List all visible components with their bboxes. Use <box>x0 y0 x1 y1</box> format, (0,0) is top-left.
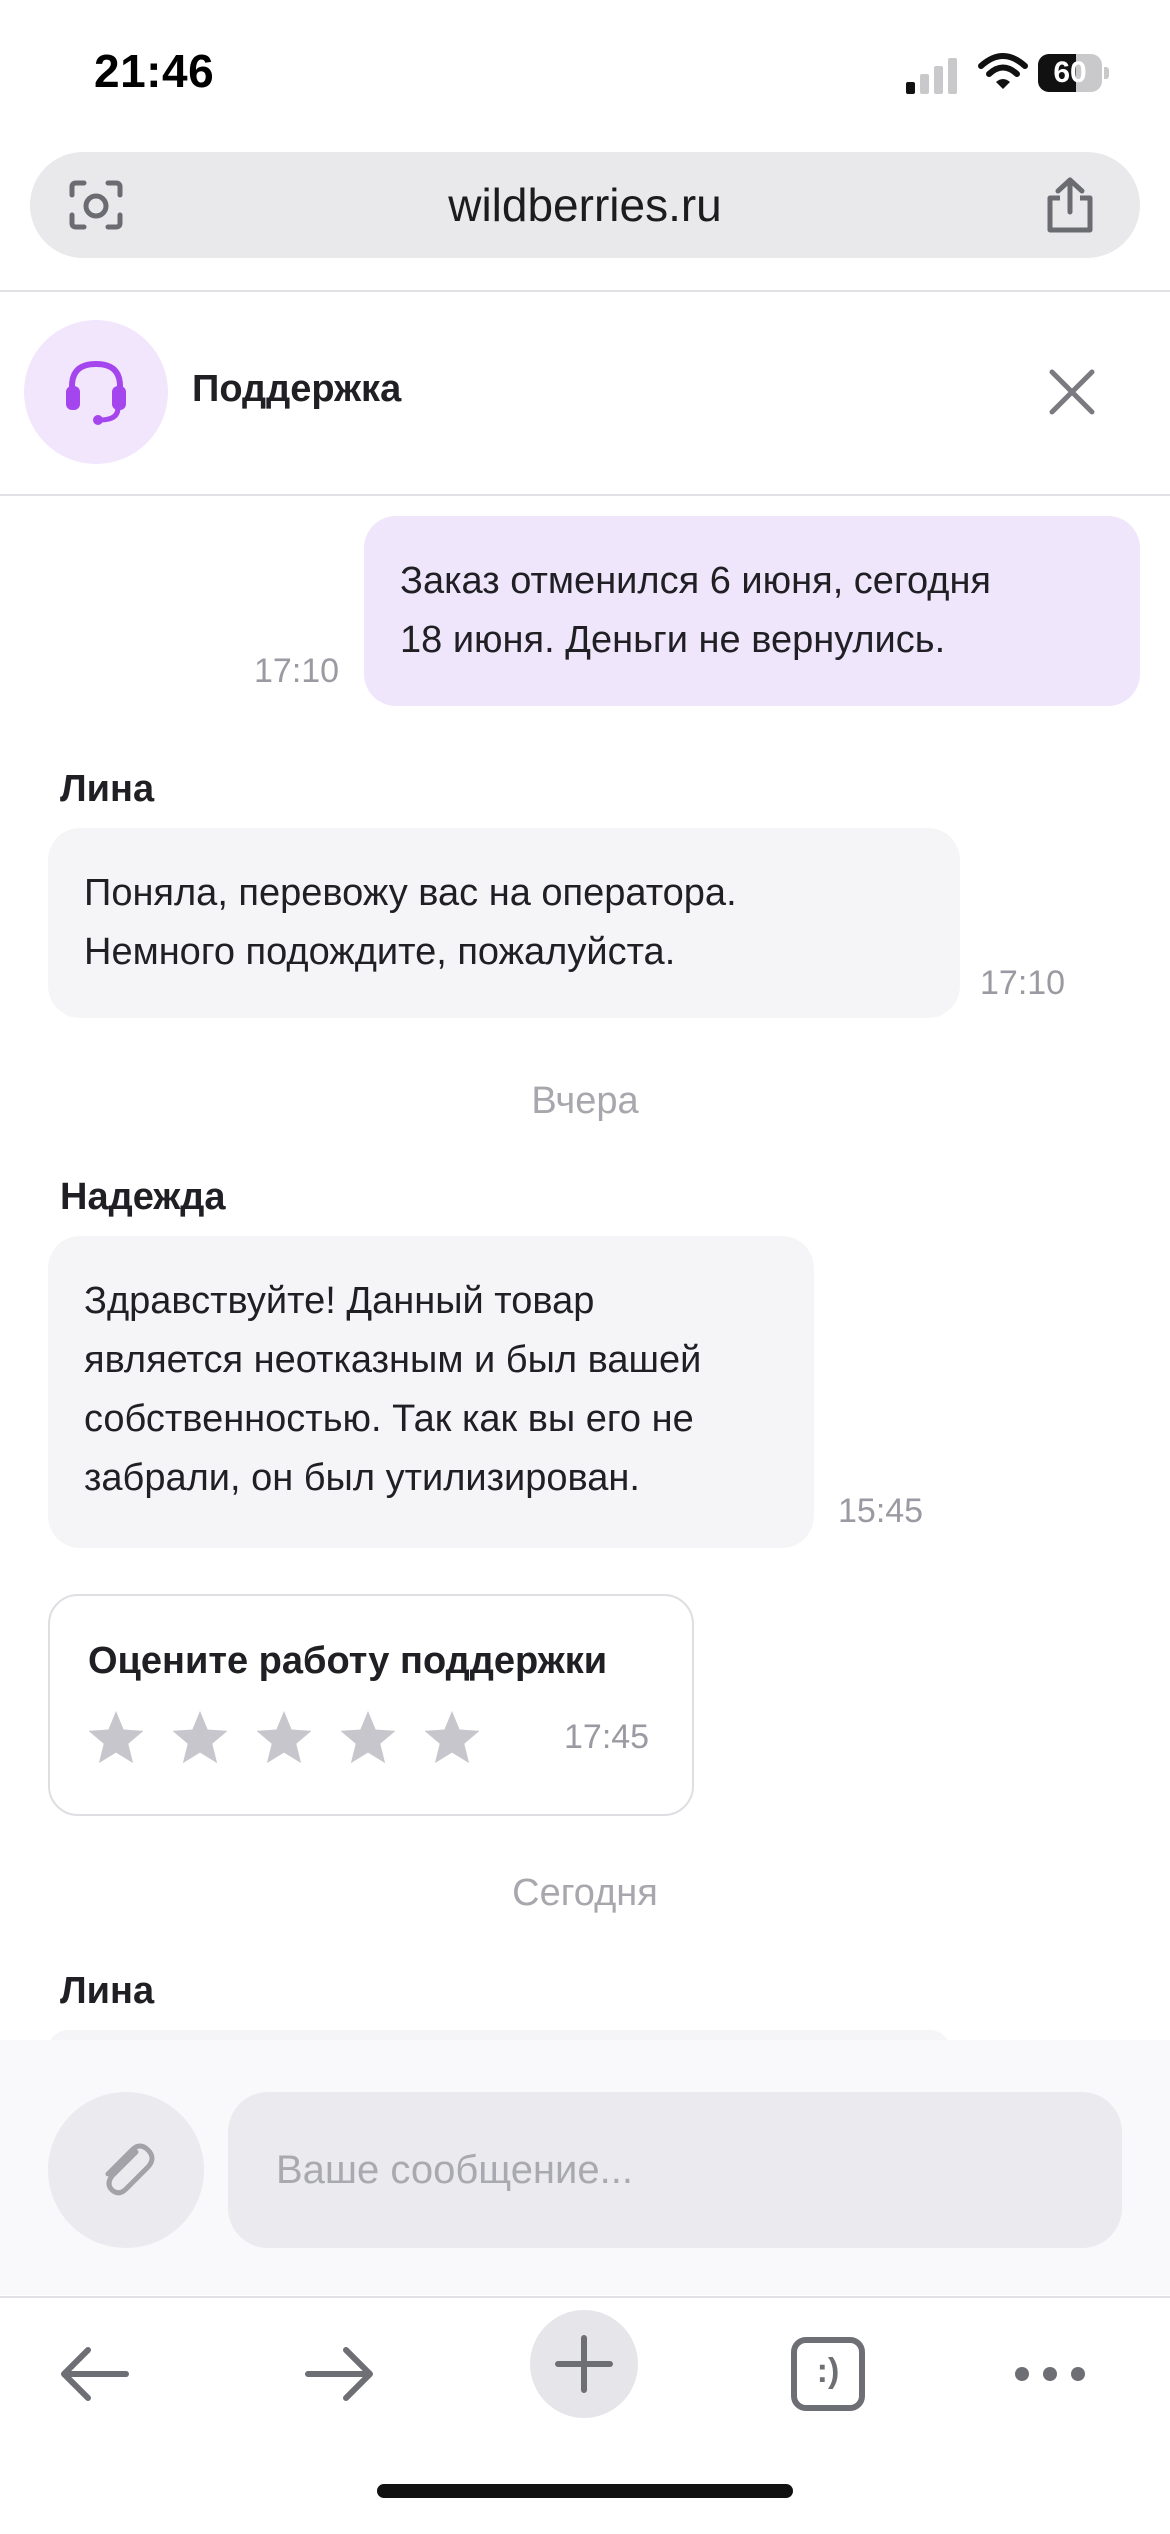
sender-name: Лина <box>60 1970 155 2012</box>
close-icon[interactable] <box>1046 366 1098 418</box>
attach-button[interactable] <box>48 2092 204 2248</box>
star-icon[interactable] <box>338 1708 398 1768</box>
message-time: 17:10 <box>254 652 340 690</box>
day-separator: Сегодня <box>512 1872 658 1914</box>
new-tab-button[interactable] <box>530 2310 638 2418</box>
battery-percent: 60 <box>1053 56 1087 89</box>
address-bar[interactable]: wildberries.ru <box>30 152 1140 258</box>
message-line: Здравствуйте! Данный товар <box>84 1280 595 1322</box>
cellular-signal-icon <box>906 56 960 94</box>
support-avatar <box>24 320 168 464</box>
message-line: является неотказным и был вашей <box>84 1339 702 1381</box>
rating-card: Оцените работу поддержки 17:45 <box>48 1594 694 1816</box>
message-line: Поняла, перевожу вас на оператора. <box>84 872 737 914</box>
divider <box>0 290 1170 292</box>
wifi-icon <box>978 53 1028 89</box>
message-line: 18 июня. Деньги не вернулись. <box>400 619 946 661</box>
message-time: 15:45 <box>838 1492 924 1530</box>
battery-indicator: 60 <box>1038 54 1110 92</box>
star-icon[interactable] <box>254 1708 314 1768</box>
divider <box>0 494 1170 496</box>
url-text[interactable]: wildberries.ru <box>30 152 1140 258</box>
message-line: собственностью. Так как вы его не <box>84 1398 694 1440</box>
paperclip-icon <box>105 2143 155 2196</box>
tabs-button[interactable]: :) <box>778 2324 878 2424</box>
day-separator: Вчера <box>531 1080 639 1122</box>
star-icon[interactable] <box>422 1708 482 1768</box>
message-line: Заказ отменился 6 июня, сегодня <box>400 560 992 602</box>
chat-title: Поддержка <box>192 368 402 410</box>
message-line: Немного подождите, пожалуйста. <box>84 931 676 973</box>
more-icon[interactable] <box>1000 2324 1100 2424</box>
plus-icon <box>555 2335 613 2393</box>
outgoing-message[interactable]: Заказ отменился 6 июня, сегодня 18 июня.… <box>364 516 1140 706</box>
rating-time: 17:45 <box>564 1718 650 1756</box>
rating-title: Оцените работу поддержки <box>88 1640 608 1682</box>
home-indicator <box>377 2484 793 2498</box>
message-line: забрали, он был утилизирован. <box>84 1457 640 1499</box>
tabs-label: :) <box>816 2352 840 2390</box>
back-arrow-icon[interactable] <box>44 2324 144 2424</box>
incoming-message[interactable]: Здравствуйте! Данный товар является неот… <box>48 1236 814 1548</box>
headset-icon <box>66 360 126 425</box>
message-input[interactable] <box>228 2092 1122 2248</box>
status-time: 21:46 <box>94 45 215 97</box>
sender-name: Надежда <box>60 1176 226 1218</box>
incoming-message[interactable]: Поняла, перевожу вас на оператора. Немно… <box>48 828 960 1018</box>
star-icon[interactable] <box>170 1708 230 1768</box>
star-icon[interactable] <box>86 1708 146 1768</box>
camera-lens-icon[interactable] <box>68 179 124 231</box>
forward-arrow-icon[interactable] <box>290 2324 390 2424</box>
sender-name: Лина <box>60 768 155 810</box>
share-icon[interactable] <box>1042 176 1098 234</box>
message-time: 17:10 <box>980 964 1066 1002</box>
